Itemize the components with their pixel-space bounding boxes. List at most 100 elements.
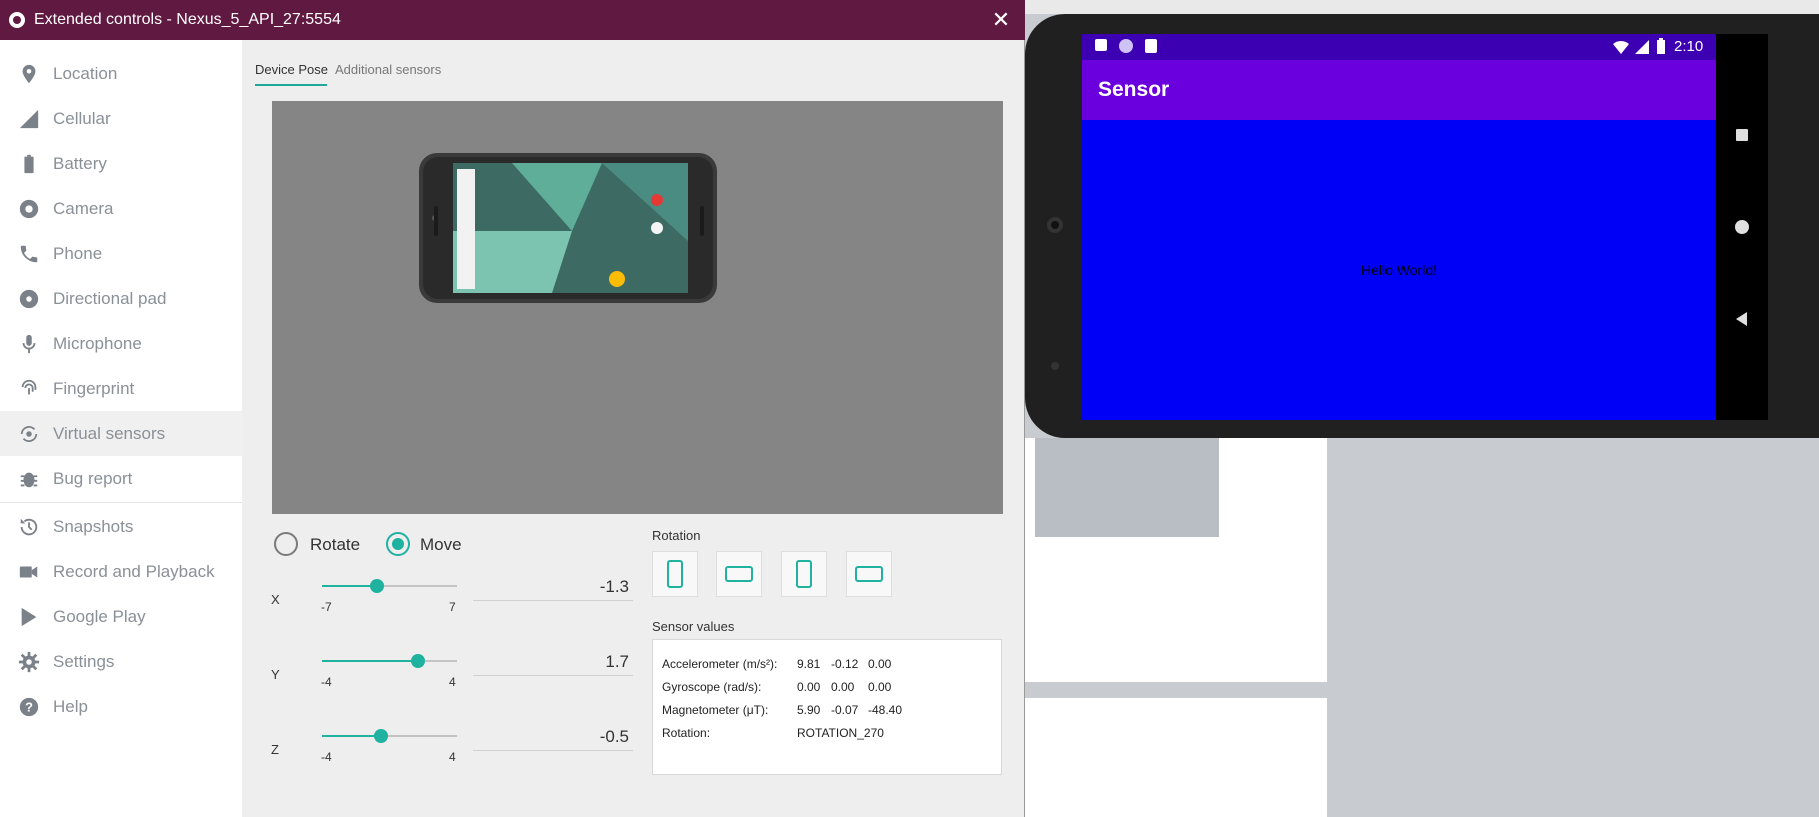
app-content-area[interactable]: Hello World!	[1082, 120, 1716, 420]
z-value-field[interactable]: -0.5	[473, 723, 633, 751]
tab-device-pose[interactable]: Device Pose	[255, 62, 328, 77]
play-store-icon	[21, 607, 37, 626]
sidebar-item-label: Phone	[53, 243, 103, 263]
slider-thumb[interactable]	[411, 654, 425, 668]
x-max-label: 7	[449, 600, 456, 614]
sidebar-item-location[interactable]: Location	[0, 51, 242, 96]
sidebar-item-microphone[interactable]: Microphone	[0, 321, 242, 366]
sidebar-item-camera[interactable]: Camera	[0, 186, 242, 231]
y-axis-label: Y	[271, 667, 280, 682]
sidebar-item-virtual-sensors[interactable]: Virtual sensors	[0, 411, 242, 456]
sidebar-item-google-play[interactable]: Google Play	[0, 594, 242, 639]
sidebar-item-record-and-playback[interactable]: Record and Playback	[0, 549, 242, 594]
sidebar-item-label: Directional pad	[53, 288, 167, 308]
back-button-icon[interactable]	[1731, 308, 1753, 330]
x-value-field[interactable]: -1.3	[473, 573, 633, 601]
background-strip	[1025, 0, 1819, 14]
sidebar-item-directional-pad[interactable]: Directional pad	[0, 276, 242, 321]
sidebar-item-label: Google Play	[53, 606, 146, 626]
sidebar-item-bug-report[interactable]: Bug report	[0, 456, 242, 501]
signal-icon	[1635, 40, 1649, 54]
sidebar-divider	[0, 502, 242, 503]
y-min-label: -4	[321, 675, 332, 689]
rotate-portrait-button[interactable]	[652, 551, 698, 597]
fingerprint-icon	[21, 379, 37, 394]
move-label: Move	[420, 535, 462, 554]
sensor-values-label: Sensor values	[652, 619, 735, 634]
gyroscope-x: 0.00	[797, 680, 821, 694]
magnetometer-y: -0.07	[831, 703, 859, 717]
notification-circle-icon	[1119, 39, 1133, 53]
virtual-sensors-icon	[20, 425, 38, 442]
x-axis-label: X	[271, 592, 280, 607]
recents-button-icon[interactable]	[1731, 124, 1753, 146]
rotation-value-label: Rotation:	[662, 726, 711, 740]
battery-icon	[24, 154, 34, 173]
bug-icon	[20, 472, 38, 487]
sidebar-item-label: Virtual sensors	[53, 423, 166, 443]
rotation-label: Rotation	[652, 528, 701, 543]
sidebar-item-cellular[interactable]: Cellular	[0, 96, 242, 141]
title-bar: Extended controls - Nexus_5_API_27:5554 …	[0, 0, 1025, 40]
gyroscope-z: 0.00	[868, 680, 892, 694]
z-min-label: -4	[321, 750, 332, 764]
y-max-label: 4	[449, 675, 456, 689]
close-icon[interactable]: ✕	[989, 8, 1013, 32]
sidebar-item-label: Bug report	[53, 468, 133, 488]
sensor-dot-icon	[1051, 362, 1059, 370]
move-radio[interactable]	[386, 532, 410, 556]
sidebar-item-settings[interactable]: Settings	[0, 639, 242, 684]
sidebar-item-label: Settings	[53, 651, 115, 671]
accelerometer-label: Accelerometer (m/s²):	[662, 657, 778, 671]
sidebar-item-label: Record and Playback	[53, 561, 215, 581]
front-camera-icon	[1047, 217, 1063, 233]
reverse-portrait-phone-icon	[796, 560, 812, 588]
rotate-reverse-portrait-button[interactable]	[781, 551, 827, 597]
sidebar-item-snapshots[interactable]: Snapshots	[0, 504, 242, 549]
rotation-value: ROTATION_270	[797, 726, 884, 740]
sidebar-item-label: Fingerprint	[53, 378, 135, 398]
reverse-landscape-phone-icon	[855, 566, 883, 582]
sidebar-item-label: Battery	[53, 153, 107, 173]
gear-icon	[18, 651, 40, 672]
status-time: 2:10	[1674, 38, 1704, 55]
device-pose-viewport[interactable]	[272, 101, 1003, 514]
slider-thumb[interactable]	[370, 579, 384, 593]
active-tab-indicator	[255, 84, 327, 86]
y-value-field[interactable]: 1.7	[473, 648, 633, 676]
history-icon	[20, 518, 38, 535]
x-slider[interactable]	[322, 576, 457, 596]
rotate-radio[interactable]	[274, 532, 298, 556]
sidebar-item-help[interactable]: ? Help	[0, 684, 242, 729]
gyroscope-label: Gyroscope (rad/s):	[662, 680, 762, 694]
background-window-lower	[1025, 698, 1327, 817]
accelerometer-y: -0.12	[831, 657, 859, 671]
status-battery-icon	[1657, 38, 1665, 54]
z-slider[interactable]	[322, 726, 457, 746]
sidebar-item-fingerprint[interactable]: Fingerprint	[0, 366, 242, 411]
help-icon: ?	[19, 697, 39, 716]
cellular-icon	[19, 109, 39, 128]
window-title: Extended controls - Nexus_5_API_27:5554	[34, 11, 341, 28]
rotate-reverse-landscape-button[interactable]	[846, 551, 892, 597]
y-slider[interactable]	[322, 651, 457, 671]
landscape-phone-icon	[725, 566, 753, 582]
sidebar-item-label: Microphone	[53, 333, 142, 353]
phone-3d-model	[419, 153, 717, 303]
background-gray-block	[1035, 438, 1219, 537]
sidebar-item-label: Location	[53, 63, 118, 83]
home-button-icon[interactable]	[1731, 216, 1753, 238]
gyroscope-y: 0.00	[831, 680, 855, 694]
slider-fill	[322, 735, 381, 737]
sidebar: Location Cellular Battery Camera Phone D…	[0, 40, 242, 817]
rotate-landscape-button[interactable]	[716, 551, 762, 597]
sidebar-item-battery[interactable]: Battery	[0, 141, 242, 186]
sidebar-item-label: Cellular	[53, 108, 111, 128]
slider-thumb[interactable]	[374, 729, 388, 743]
sidebar-item-phone[interactable]: Phone	[0, 231, 242, 276]
z-max-label: 4	[449, 750, 456, 764]
emulator-app-icon	[9, 12, 25, 28]
hello-world-text: Hello World!	[1361, 262, 1437, 278]
notification-a-icon	[1095, 39, 1107, 51]
tab-additional-sensors[interactable]: Additional sensors	[335, 62, 441, 77]
